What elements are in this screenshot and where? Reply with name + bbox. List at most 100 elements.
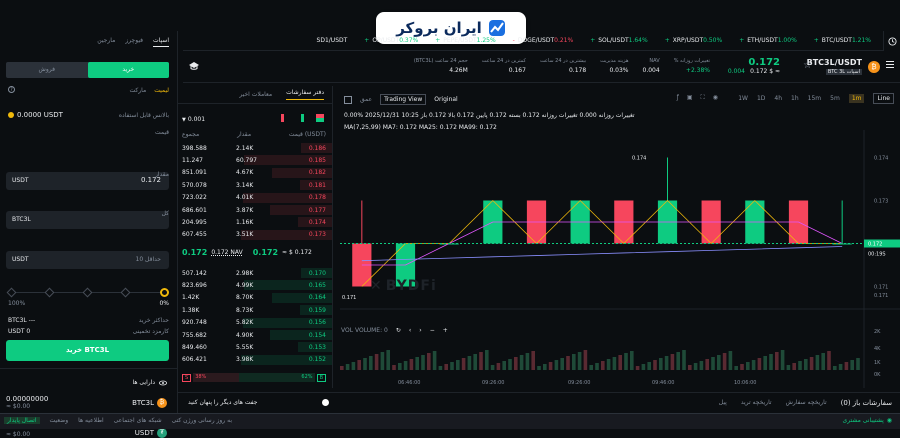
book-price: 0.174 (308, 219, 326, 227)
volume-bar (792, 363, 796, 370)
book-price: 0.159 (308, 306, 326, 314)
zoom-in-icon[interactable]: + (443, 327, 448, 334)
usdt-coin-icon-2: ₮ (157, 428, 167, 438)
slider-handle[interactable] (160, 288, 169, 297)
book-row[interactable]: 1.38K 8.73K 0.159 (178, 304, 332, 316)
y-tick-label: 0.173 (874, 199, 888, 205)
book-row[interactable]: 398.588 2.14K 0.186 (178, 142, 332, 154)
sell-tab[interactable]: فروش (6, 62, 88, 78)
volume-bar (606, 359, 611, 370)
volume-bar (728, 351, 733, 370)
order-type-market[interactable]: مارکت (130, 87, 147, 94)
book-row[interactable]: 755.682 4.90K 0.154 (178, 329, 332, 341)
book-view-asks-icon[interactable] (276, 114, 284, 122)
book-row[interactable]: 823.696 4.99K 0.165 (178, 279, 332, 291)
book-total: 849.460 (182, 344, 207, 352)
hdr-total: مجموع (182, 131, 200, 138)
ticker-item[interactable]: SOL/USDT1.64%+ (587, 37, 647, 44)
tab-futures[interactable]: فیوچرز (125, 37, 143, 47)
settings-button[interactable] (883, 31, 900, 51)
footer-social[interactable]: شبکه های اجتماعی (114, 417, 162, 424)
pair-name[interactable]: BTC3L/USDT (807, 58, 862, 67)
buy-button[interactable]: خرید BTC3L (6, 340, 169, 361)
buy-tab[interactable]: خرید (87, 62, 169, 78)
tab-open-orders[interactable]: سفارشات باز (0) (841, 399, 892, 407)
price-input[interactable]: USDT 0.172 (6, 172, 169, 190)
book-price: 0.154 (308, 331, 326, 339)
footer-status[interactable]: وضعیت (50, 417, 69, 424)
ticker-item[interactable]: BTC/USDT1.21%+ (811, 37, 871, 44)
book-view-bids-icon[interactable] (296, 114, 304, 122)
zoom-out-icon[interactable]: − (430, 327, 435, 334)
precision-select[interactable]: 0.001 (188, 116, 205, 123)
slider-dot-75[interactable] (44, 287, 55, 298)
book-row[interactable]: 606.421 3.98K 0.152 (178, 354, 332, 366)
mid-nav: 0.172 NAV (211, 249, 243, 256)
book-view-both-icon[interactable] (316, 114, 324, 122)
x-tick-label: 09:26:00 (568, 380, 590, 386)
order-type-limit[interactable]: لیمیت (154, 87, 169, 94)
tab-trade-history[interactable]: تاریخچه ترید (741, 399, 772, 407)
tab-margin[interactable]: مارجین (97, 37, 115, 47)
ticker-item[interactable]: PEPE/USDT1.25%+ (432, 37, 495, 44)
volume-bar (763, 356, 767, 370)
book-row[interactable]: 723.022 4.01K 0.178 (178, 192, 332, 204)
ticker-item[interactable]: OP/USDT0.37%+ (361, 37, 418, 44)
menu-icon[interactable] (886, 61, 894, 68)
book-row[interactable]: 851.091 4.67K 0.182 (178, 167, 332, 179)
book-row[interactable]: 204.995 1.16K 0.174 (178, 216, 332, 228)
candlestick-plot[interactable]: 0.1740.1730.1720.1710.1710.17200:19S0.17… (336, 86, 900, 388)
book-row[interactable]: 1.42K 8.70K 0.164 (178, 292, 332, 304)
volume-bar (815, 355, 820, 370)
volume-bar (398, 363, 402, 370)
tab-funds[interactable]: پیل (719, 399, 727, 407)
slider-dot-100[interactable] (6, 287, 17, 298)
ticker-item[interactable]: XRP/USDT0.50%+ (662, 37, 723, 44)
ticker-item[interactable]: ETH/USDT1.00%+ (736, 37, 797, 44)
hdr-amount: مقدار (237, 131, 252, 138)
tab-recent-trades[interactable]: معاملات اخیر (239, 91, 272, 98)
book-amount: 3.87K (236, 206, 254, 214)
ticker-item[interactable]: DOGE/USDT0.21%- (510, 37, 574, 44)
info-icon[interactable]: ? (8, 86, 15, 93)
book-price: 0.152 (308, 356, 326, 364)
book-row[interactable]: 686.601 3.87K 0.177 (178, 204, 332, 216)
slider-dot-25[interactable] (120, 287, 131, 298)
hide-pairs-radio[interactable] (321, 399, 329, 406)
volume-bar (369, 356, 373, 370)
status-footer: اتصال پایدار وضعیت اطلاعیه ها شبکه های ا… (0, 413, 900, 429)
total-input[interactable]: USDT حداقل 10 (6, 251, 169, 269)
book-row[interactable]: 507.142 2.98K 0.170 (178, 267, 332, 279)
volume-bar (496, 363, 501, 370)
volume-bar (635, 366, 640, 370)
footer-update[interactable]: به روز رسانی ورژن کتی (172, 417, 232, 424)
ticker-item[interactable]: SD1/USDT (311, 37, 348, 44)
order-book: دفتر سفارشات معاملات اخیر ▼ 0.001 مجموع م… (178, 86, 333, 388)
book-row[interactable]: 570.078 3.14K 0.181 (178, 179, 332, 191)
support-link[interactable]: پشتیبانی مشتری (843, 417, 884, 424)
volume-bar (421, 355, 425, 370)
book-row[interactable]: 849.460 5.55K 0.153 (178, 341, 332, 353)
percent-slider[interactable] (6, 287, 169, 298)
volume-bar (804, 359, 808, 370)
star-icon[interactable]: ☆ (803, 60, 812, 71)
footer-announcements[interactable]: اطلاعیه ها (78, 417, 104, 424)
slider-dot-50[interactable] (82, 287, 93, 298)
tab-spot[interactable]: اسپات (153, 37, 169, 47)
prev-icon[interactable]: ‹ (409, 327, 411, 334)
book-row[interactable]: 11.247 60.797 0.185 (178, 154, 332, 166)
book-amount: 2.14K (236, 144, 254, 152)
volume-bar (432, 351, 437, 370)
tab-orderbook[interactable]: دفتر سفارشات (286, 89, 324, 100)
eye-icon[interactable] (159, 380, 167, 386)
tab-order-history[interactable]: تاریخچه سفارش (786, 399, 827, 407)
book-row[interactable]: 920.748 5.82K 0.156 (178, 317, 332, 329)
refresh-icon[interactable]: ↻ (396, 327, 401, 334)
book-row[interactable]: 607.455 3.51K 0.173 (178, 229, 332, 241)
next-icon[interactable]: › (419, 327, 421, 334)
graduation-icon[interactable] (189, 62, 199, 70)
ticker-symbol: DOGE/USDT (517, 37, 555, 44)
current-price-tag: 0.172 (868, 242, 882, 248)
amount-input[interactable]: BTC3L (6, 211, 169, 229)
price-chart[interactable]: عمق Trading View Original Line 1m 5m 15m 1h 4… (336, 86, 900, 388)
